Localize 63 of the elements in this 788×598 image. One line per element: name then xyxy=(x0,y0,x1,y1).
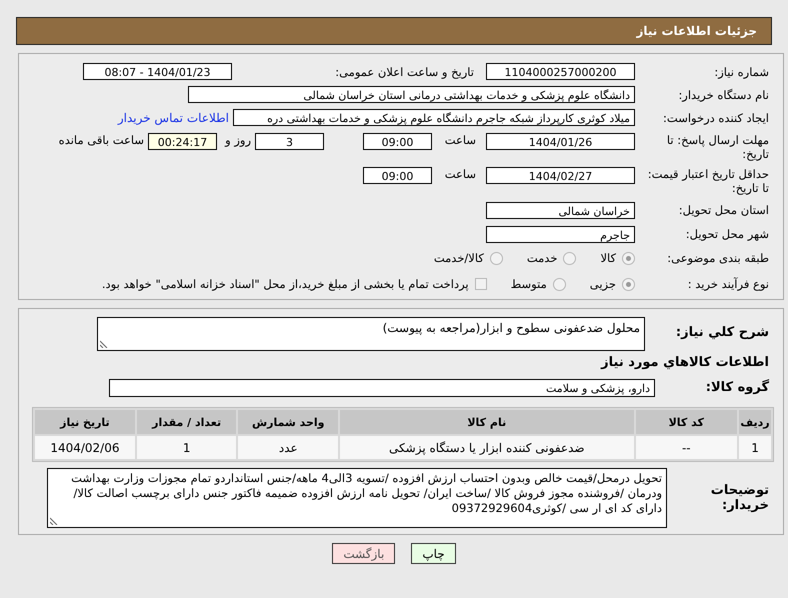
radio-button[interactable] xyxy=(563,252,576,264)
field-label: شهر محل تحویل: xyxy=(684,227,769,241)
table-cell: ضدعفونی کننده ابزار یا دستگاه پزشکی xyxy=(340,436,634,459)
resize-grip-icon[interactable] xyxy=(50,517,58,525)
table-cell: 1 xyxy=(739,436,771,459)
date-field[interactable]: 1404/01/26 xyxy=(486,133,635,150)
column-header: تعداد / مقدار xyxy=(136,410,236,434)
goods-group-label: گروه كالا: xyxy=(704,380,769,395)
back-button[interactable]: بازگشت xyxy=(332,543,396,564)
field-label: حداقل تاریخ اعتبار قیمت: تا تاریخ: xyxy=(646,167,769,195)
text-field[interactable]: جاجرم xyxy=(486,226,635,242)
days-field[interactable]: 3 xyxy=(255,133,324,150)
print-button[interactable]: چاپ xyxy=(411,543,456,564)
notes-label: توضیحات خریدار: xyxy=(710,483,769,513)
resize-grip-icon[interactable] xyxy=(100,340,108,348)
text-field[interactable]: دانشگاه علوم پزشکی و خدمات بهداشتی درمانی استان خراسان شمالی xyxy=(188,86,635,103)
field-label: نام دستگاه خریدار: xyxy=(677,88,769,102)
summary-field[interactable]: محلول ضدعفونی سطوح و ابزار(مراجعه به پیوست) xyxy=(97,317,645,351)
text-field[interactable]: خراسان شمالی xyxy=(486,202,635,218)
time-label: ساعت xyxy=(444,167,477,181)
date-field[interactable]: 1404/02/27 xyxy=(486,167,635,184)
notes-field[interactable]: تحویل درمحل/قیمت خالص وبدون احتساب ارزش افزوده /تسویه 3الی4 ماهه/جنس استانداردو تمام مجوزات وزارت بهداشت ودرمان /فروشنده مجوز فروش کالا /ساخت ایران/ تحویل نامه ارزش افزوده ضمیمه فاکتور جنس دارای برچسب اصالت کالا/ دارای کد ای ار سی /کوثری09372929604 xyxy=(47,468,667,528)
column-header: نام كالا xyxy=(340,410,634,434)
radio-button[interactable] xyxy=(490,252,503,264)
field-label: نوع فرآیند خرید : xyxy=(686,277,769,291)
time-field[interactable]: 09:00 xyxy=(363,167,432,184)
remaining-label: ساعت باقی مانده xyxy=(58,133,144,147)
days-label: روز و xyxy=(224,133,251,147)
option-label: كالا/خدمت xyxy=(434,251,484,265)
summary-label: شرح كلي نياز: xyxy=(674,324,769,340)
option-label: كالا xyxy=(600,251,616,265)
announce-date-field[interactable]: 1404/01/23 - 08:07 xyxy=(83,63,232,80)
page-title: جزئیات اطلاعات نیاز xyxy=(636,24,757,38)
field-label: تاریخ و ساعت اعلان عمومی: xyxy=(334,64,475,78)
radio-button[interactable] xyxy=(622,252,635,264)
radio-button[interactable] xyxy=(622,278,635,290)
table-cell: عدد xyxy=(238,436,338,459)
field-label: مهلت ارسال پاسخ: تا تاریخ: xyxy=(666,133,769,161)
option-label: جزیی xyxy=(590,277,616,291)
text-field[interactable]: میلاد کوثری کارپرداز شبکه جاجرم دانشگاه علوم پزشکی و خدمات بهداشتی دره xyxy=(233,109,635,126)
table-cell: 1 xyxy=(136,436,236,459)
radio-button[interactable] xyxy=(552,278,566,290)
need-number-field[interactable]: 1104000257000200 xyxy=(486,63,635,80)
field-label: طبقه بندی موضوعی: xyxy=(666,251,769,265)
column-header: تاریخ نیاز xyxy=(35,410,135,434)
time-label: ساعت xyxy=(444,133,477,147)
contact-link[interactable]: اطلاعات تماس خریدار xyxy=(118,110,229,124)
option-label: متوسط xyxy=(510,277,547,291)
goods-group-field[interactable]: دارو، پزشکی و سلامت xyxy=(109,378,655,396)
column-header: كد كالا xyxy=(636,410,738,434)
remaining-time-field: 00:24:17 xyxy=(148,133,217,150)
table-cell: 1404/02/06 xyxy=(35,436,135,459)
field-label: ایجاد کننده درخواست: xyxy=(662,110,769,124)
section-heading: اطلاعات كالاهاي مورد نياز xyxy=(600,354,769,372)
table-cell: -- xyxy=(636,436,738,459)
time-field[interactable]: 09:00 xyxy=(363,133,432,150)
option-label: پرداخت تمام یا بخشی از مبلغ خرید،از محل "اسناد خزانه اسلامی" خواهد بود. xyxy=(102,277,469,291)
column-header: ردیف xyxy=(739,410,771,434)
column-header: واحد شمارش xyxy=(238,410,338,434)
checkbox[interactable] xyxy=(474,278,487,290)
option-label: خدمت xyxy=(526,251,558,265)
field-label: استان محل تحویل: xyxy=(678,203,769,217)
field-label: شماره نیاز: xyxy=(713,64,769,78)
